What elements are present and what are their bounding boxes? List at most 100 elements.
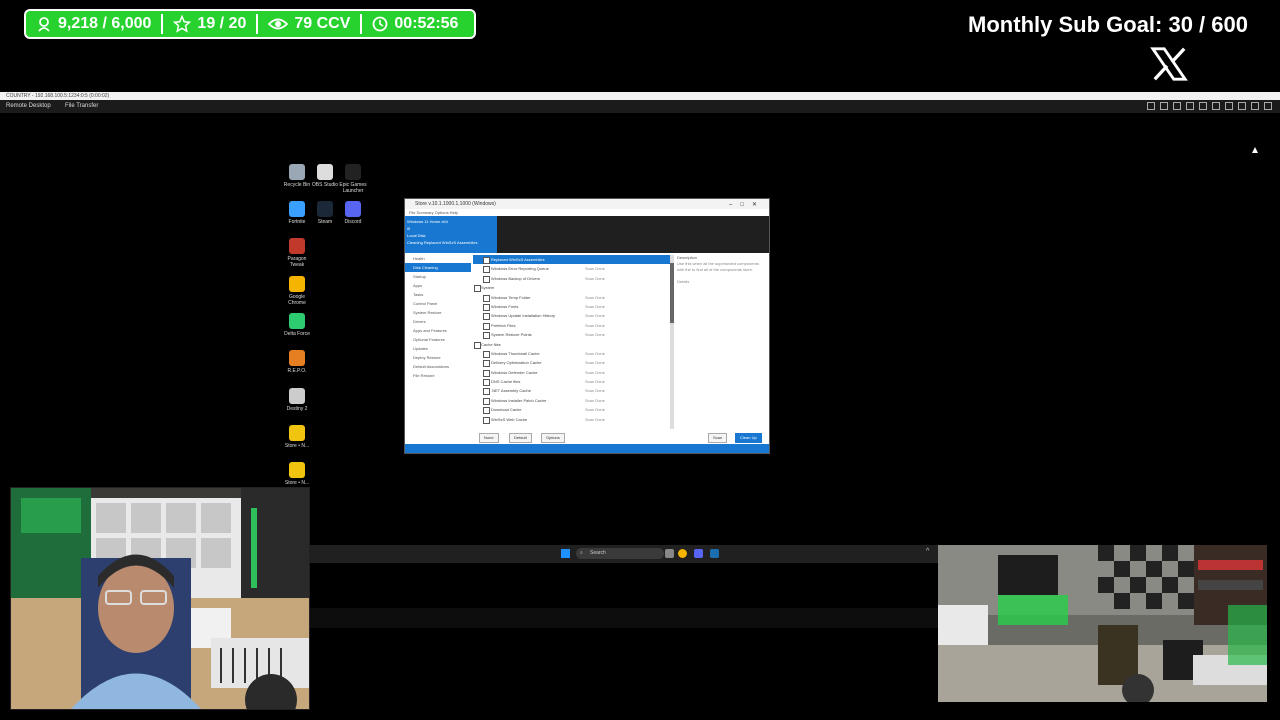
tab-file-transfer[interactable]: File Transfer [65, 103, 98, 109]
nav-item[interactable]: Control Panel [405, 299, 471, 308]
app-icon [345, 201, 361, 217]
menu-bar[interactable]: File Summary Options Help [405, 209, 769, 216]
checkbox[interactable] [483, 294, 490, 302]
scan-button[interactable]: Scan [708, 433, 728, 443]
webcam-room [938, 545, 1267, 702]
list-item[interactable]: Delivery Optimization Cache Scan Done [473, 358, 673, 368]
nav-item[interactable]: Tasks [405, 290, 471, 299]
list-item[interactable]: Windows Error Reporting Queue Scan Done [473, 264, 673, 274]
windows-start-icon[interactable] [561, 549, 570, 558]
list-item[interactable]: Windows Defender Cache Scan Done [473, 368, 673, 377]
nav-item[interactable]: Disk Cleaning [405, 263, 471, 272]
tool-icon[interactable] [1173, 102, 1181, 110]
tool-icon[interactable] [1225, 102, 1233, 110]
list-group-header[interactable]: System [473, 283, 673, 293]
tool-icon[interactable] [1147, 102, 1155, 110]
checkbox[interactable] [483, 416, 490, 424]
taskbar-search[interactable]: ⌕ Search [576, 548, 664, 559]
checkbox[interactable] [483, 350, 490, 358]
tool-icon[interactable] [1199, 102, 1207, 110]
checkbox[interactable] [474, 285, 481, 293]
checkbox[interactable] [483, 360, 490, 368]
checkbox[interactable] [483, 332, 490, 340]
nav-item[interactable]: Apps [405, 281, 471, 290]
nav-item[interactable]: Default Associations [405, 362, 471, 371]
list-item-status: Scan Done [585, 379, 605, 385]
desktop-icon[interactable]: Delta Force [281, 313, 313, 337]
list-item[interactable]: DNS Cache files Scan Done [473, 377, 673, 387]
nav-item[interactable]: Deploy Restore [405, 353, 471, 362]
list-item[interactable]: Windows Update Installation History Scan … [473, 311, 673, 321]
task-view-icon[interactable] [665, 549, 674, 558]
options-button[interactable]: Options [541, 433, 565, 443]
nav-item[interactable]: Startup [405, 272, 471, 281]
clean-up-button[interactable]: Clean Up [735, 433, 762, 443]
desktop-icon[interactable]: Store • N... [281, 462, 313, 486]
checkbox[interactable] [483, 369, 490, 377]
timer-icon [372, 16, 388, 32]
nav-item[interactable]: Optional Features [405, 335, 471, 344]
webcam-image [11, 488, 309, 709]
window-controls[interactable]: –□✕ [729, 200, 765, 210]
list-item-status: Scan Done [585, 397, 605, 403]
list-item[interactable]: System Restore Points Scan Done [473, 330, 673, 340]
desktop-icon[interactable]: Destiny 2 [281, 388, 313, 412]
scroll-thumb[interactable] [670, 263, 674, 323]
checkbox[interactable] [483, 388, 490, 396]
list-item[interactable]: Download Cache Scan Done [473, 405, 673, 415]
window-titlebar: Store v.10.1.1000.1.1000 (Windows) –□✕ [405, 199, 769, 209]
list-item[interactable]: Replaced WinSxS Assemblies [473, 255, 673, 265]
checkbox[interactable] [483, 397, 490, 405]
list-item[interactable]: Windows Thumbnail Cache Scan Done [473, 349, 673, 358]
discord-icon[interactable] [694, 549, 703, 558]
list-item[interactable]: Prefetch Files Scan Done [473, 321, 673, 330]
list-item[interactable]: Windows Fonts Scan Done [473, 302, 673, 311]
desktop-icon[interactable]: R.E.P.O. [281, 350, 313, 374]
tool-icon[interactable] [1264, 102, 1272, 110]
tool-icon[interactable] [1160, 102, 1168, 110]
checkbox[interactable] [483, 379, 490, 387]
list-item-label: Replaced WinSxS Assemblies [491, 257, 545, 262]
none-button[interactable]: None [479, 433, 499, 443]
nav-item[interactable]: System Restore [405, 308, 471, 317]
tray-caret-icon[interactable]: ^ [926, 548, 929, 555]
tool-icon[interactable] [1251, 102, 1259, 110]
app-icon [345, 164, 361, 180]
list-item[interactable]: Windows Temp Folder Scan Done [473, 293, 673, 302]
default-button[interactable]: Default [509, 433, 532, 443]
list-item[interactable]: .NET Assembly Cache Scan Done [473, 386, 673, 396]
checkbox[interactable] [474, 341, 481, 349]
checkbox[interactable] [483, 266, 490, 274]
tool-icon[interactable] [1186, 102, 1194, 110]
checkbox[interactable] [483, 313, 490, 321]
desktop-icon[interactable]: Epic Games Launcher [337, 164, 369, 194]
nav-item[interactable]: Updates [405, 344, 471, 353]
list-item-label: Download Cache [491, 407, 522, 413]
desktop-icon[interactable]: Paragon Tweak [281, 238, 313, 268]
tab-remote-desktop[interactable]: Remote Desktop [6, 103, 51, 109]
list-group-header[interactable]: Cache files [473, 340, 673, 349]
checkbox[interactable] [483, 257, 490, 264]
list-item[interactable]: Windows Backup of Drivers Scan Done [473, 274, 673, 283]
desktop-icon[interactable]: Google Chrome [281, 276, 313, 306]
list-scrollbar[interactable] [670, 255, 674, 429]
nav-item[interactable]: Drivers [405, 317, 471, 326]
desktop-icon-label: Store • N... [284, 480, 310, 486]
app-icon[interactable] [710, 549, 719, 558]
status-bar [405, 444, 769, 453]
nav-item[interactable]: Health [405, 254, 471, 263]
list-item[interactable]: WinSxS Web Cache Scan Done [473, 415, 673, 424]
tool-icon[interactable] [1238, 102, 1246, 110]
checkbox[interactable] [483, 303, 490, 311]
chrome-icon[interactable] [678, 549, 687, 558]
desktop-icon[interactable]: Discord [337, 201, 369, 225]
checkbox[interactable] [483, 407, 490, 415]
tool-icon[interactable] [1212, 102, 1220, 110]
list-item-label: Windows Installer Patch Cache [491, 397, 547, 403]
checkbox[interactable] [483, 322, 490, 330]
desktop-icon[interactable]: Store • N... [281, 425, 313, 449]
list-item[interactable]: Windows Installer Patch Cache Scan Done [473, 396, 673, 405]
nav-item[interactable]: File Restore [405, 371, 471, 380]
checkbox[interactable] [483, 275, 490, 283]
nav-item[interactable]: Apps and Features [405, 326, 471, 335]
